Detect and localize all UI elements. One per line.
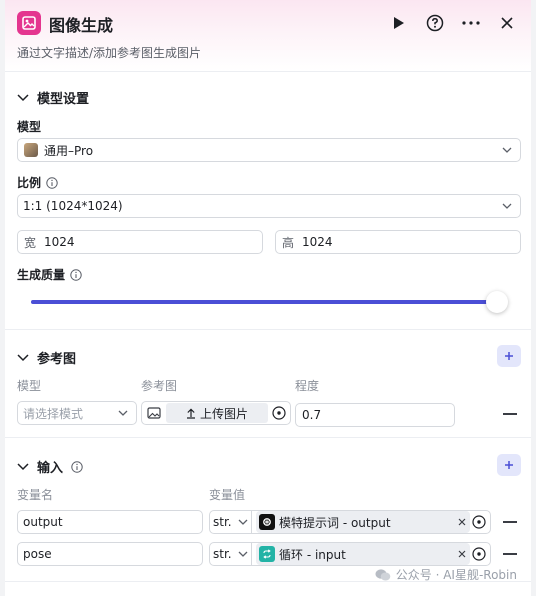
panel-title: 图像生成 xyxy=(49,16,114,35)
quality-slider-fill xyxy=(31,300,497,304)
reference-mode-placeholder: 请选择模式 xyxy=(23,406,84,421)
width-input[interactable]: 宽 1024 xyxy=(17,230,263,254)
watermark: 公众号 · AI星舰-Robin xyxy=(375,566,517,583)
input-col-name: 变量名 xyxy=(17,488,54,502)
model-thumbnail-icon xyxy=(24,143,38,157)
reference-toggle[interactable]: 参考图 xyxy=(17,348,76,367)
variable-name-value: output xyxy=(23,515,63,529)
width-value: 1024 xyxy=(44,235,75,249)
height-prefix: 高 xyxy=(282,235,295,250)
variable-reference-tag[interactable]: 模特提示词 - output xyxy=(256,511,470,533)
variable-reference-label: 模特提示词 - output xyxy=(279,515,391,530)
input-col-value: 变量值 xyxy=(209,488,246,502)
variable-target-icon[interactable] xyxy=(272,406,286,420)
ratio-label-text: 比例 xyxy=(17,176,42,190)
variable-name-value: pose xyxy=(23,547,52,561)
type-select[interactable]: str. xyxy=(210,543,252,565)
upload-icon xyxy=(186,407,195,419)
close-icon[interactable] xyxy=(495,11,519,35)
remove-input-button[interactable] xyxy=(503,553,517,555)
variable-name-input[interactable]: pose xyxy=(17,542,203,566)
wechat-icon xyxy=(375,568,391,580)
chevron-down-icon xyxy=(118,410,128,416)
variable-reference-tag[interactable]: 循环 - input xyxy=(256,543,470,565)
reference-section: 参考图 模型 参考图 程度 请选择模式 上传图片 0.7 xyxy=(5,330,531,438)
info-icon[interactable] xyxy=(70,268,82,281)
remove-input-button[interactable] xyxy=(503,521,517,523)
quality-label: 生成质量 xyxy=(17,266,82,283)
plus-icon xyxy=(505,352,513,360)
add-input-button[interactable] xyxy=(497,454,521,476)
add-reference-button[interactable] xyxy=(497,345,521,367)
input-title: 输入 xyxy=(37,461,64,476)
variable-reference-label: 循环 - input xyxy=(279,547,346,562)
more-icon[interactable] xyxy=(459,11,483,35)
height-value: 1024 xyxy=(302,235,333,249)
type-select[interactable]: str. xyxy=(210,511,252,533)
chevron-down-icon xyxy=(502,147,512,153)
model-settings-title: 模型设置 xyxy=(37,92,90,107)
reference-mode-select[interactable]: 请选择模式 xyxy=(17,401,137,425)
help-icon[interactable] xyxy=(423,11,447,35)
upload-image-label: 上传图片 xyxy=(199,406,248,421)
run-button[interactable] xyxy=(387,11,411,35)
ratio-select[interactable]: 1:1 (1024*1024) xyxy=(17,194,521,218)
chevron-down-icon xyxy=(502,203,512,209)
chevron-down-icon xyxy=(17,462,29,470)
clear-icon[interactable] xyxy=(458,550,466,558)
model-settings-toggle[interactable]: 模型设置 xyxy=(17,88,89,107)
clear-icon[interactable] xyxy=(458,518,466,526)
reference-degree-value: 0.7 xyxy=(302,408,322,422)
plus-icon xyxy=(505,461,513,469)
type-select-value: str. xyxy=(213,515,232,529)
variable-name-input[interactable]: output xyxy=(17,510,203,534)
panel-header: 图像生成 通过文字描述/添加参考图生成图片 xyxy=(5,0,531,72)
variable-value-field: str. 模特提示词 - output xyxy=(209,510,491,534)
reference-col-model: 模型 xyxy=(17,379,42,393)
chevron-down-icon xyxy=(17,353,29,361)
remove-reference-button[interactable] xyxy=(503,413,517,415)
chevron-down-icon xyxy=(238,519,248,525)
quality-label-text: 生成质量 xyxy=(17,268,66,282)
input-toggle[interactable]: 输入 xyxy=(17,457,83,476)
width-prefix: 宽 xyxy=(24,235,37,250)
quality-slider-thumb[interactable] xyxy=(486,291,508,313)
ratio-label: 比例 xyxy=(17,174,58,191)
loop-node-icon xyxy=(259,546,275,562)
chevron-down-icon xyxy=(238,551,248,557)
chevron-down-icon xyxy=(17,93,29,101)
model-label-text: 模型 xyxy=(17,120,42,134)
ratio-select-value: 1:1 (1024*1024) xyxy=(23,199,123,213)
reference-col-image: 参考图 xyxy=(141,379,178,393)
image-icon xyxy=(147,406,161,420)
model-select-value: 通用–Pro xyxy=(44,143,94,158)
info-icon[interactable] xyxy=(46,176,58,189)
quality-slider[interactable] xyxy=(31,291,508,313)
type-select-value: str. xyxy=(213,547,232,561)
variable-value-field: str. 循环 - input xyxy=(209,542,491,566)
watermark-text: 公众号 · AI星舰-Robin xyxy=(395,568,517,582)
reference-col-degree: 程度 xyxy=(295,379,320,393)
height-input[interactable]: 高 1024 xyxy=(275,230,521,254)
image-generation-panel: 图像生成 通过文字描述/添加参考图生成图片 模型设置 模型 通用–Pro 比例 … xyxy=(5,0,531,596)
variable-target-icon[interactable] xyxy=(472,547,486,561)
image-generation-icon xyxy=(17,11,41,35)
openai-node-icon xyxy=(259,514,275,530)
input-section: 输入 变量名 变量值 output str. 模特提示词 - output po… xyxy=(5,438,531,582)
background-canvas-right xyxy=(531,0,536,596)
reference-title: 参考图 xyxy=(37,352,77,367)
variable-target-icon[interactable] xyxy=(472,515,486,529)
panel-subtitle: 通过文字描述/添加参考图生成图片 xyxy=(17,46,202,60)
model-settings-section: 模型设置 模型 通用–Pro 比例 1:1 (1024*1024) 宽 1024… xyxy=(5,72,531,330)
model-select[interactable]: 通用–Pro xyxy=(17,138,521,162)
info-icon[interactable] xyxy=(71,460,83,473)
reference-image-field: 上传图片 xyxy=(141,401,291,425)
model-label: 模型 xyxy=(17,118,41,135)
upload-image-button[interactable]: 上传图片 xyxy=(166,403,268,423)
reference-degree-input[interactable]: 0.7 xyxy=(295,403,455,427)
